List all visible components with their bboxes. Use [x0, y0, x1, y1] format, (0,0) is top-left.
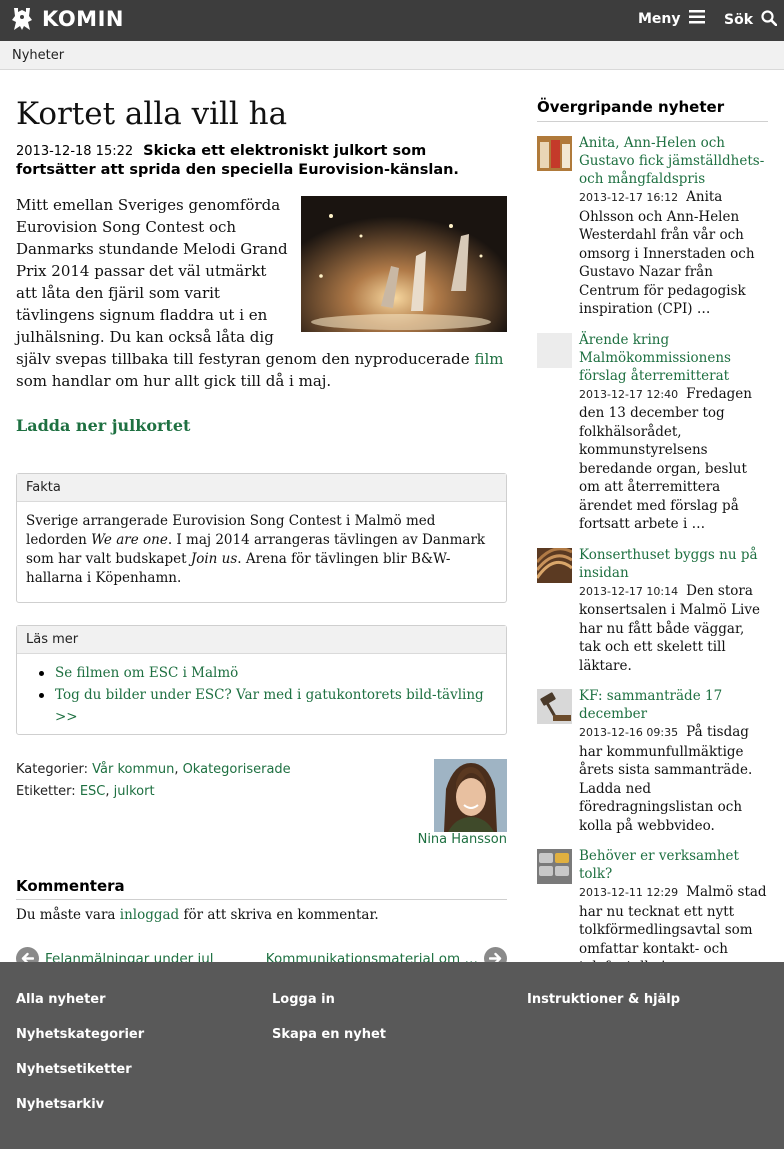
- griffin-logo-icon: [10, 6, 34, 32]
- category-link[interactable]: Vår kommun: [92, 762, 174, 777]
- article: Kortet alla vill ha 2013-12-18 15:22 Skic…: [16, 96, 507, 971]
- sidebar-news-link[interactable]: Behöver er verksamhet tolk?: [579, 847, 768, 883]
- news-date: 2013-12-11 12:29: [579, 886, 679, 899]
- category-link[interactable]: Okategoriserade: [183, 762, 291, 777]
- menu-button[interactable]: Meny: [638, 10, 705, 28]
- las-mer-heading: Läs mer: [17, 626, 506, 654]
- categories-label: Kategorier:: [16, 762, 89, 777]
- footer-link-skapa-nyhet[interactable]: Skapa en nyhet: [272, 1017, 386, 1052]
- article-lead: 2013-12-18 15:22 Skicka ett elektroniskt …: [16, 142, 507, 180]
- tags-label: Etiketter:: [16, 784, 76, 799]
- author-name[interactable]: Nina Hansson: [418, 832, 507, 847]
- article-image: [301, 196, 507, 332]
- news-excerpt: Anita Ohlsson och Ann-Helen Westerdahl f…: [579, 189, 755, 317]
- news-excerpt: Fredagen den 13 december tog folkhälsorå…: [579, 385, 752, 533]
- menu-label: Meny: [638, 11, 681, 27]
- hamburger-icon: [688, 10, 705, 28]
- download-card-link[interactable]: Ladda ner julkortet: [16, 416, 507, 435]
- fakta-box: Fakta Sverige arrangerade Eurovision Son…: [16, 473, 507, 603]
- logo-text: KOMIN: [42, 7, 124, 31]
- list-item: KF: sammanträde 17 december 2013-12-16 0…: [537, 687, 768, 835]
- sidebar-news-link[interactable]: Ärende kring Malmökommissionens förslag …: [579, 331, 768, 385]
- list-item: Ärende kring Malmökommissionens förslag …: [537, 331, 768, 534]
- news-date: 2013-12-17 10:14: [579, 584, 679, 598]
- author: Nina Hansson: [418, 759, 507, 847]
- list-item: Konserthuset byggs nu på insidan 2013-12…: [537, 546, 768, 676]
- footer-link-alla-nyheter[interactable]: Alla nyheter: [16, 982, 144, 1017]
- news-thumbnail[interactable]: [537, 849, 572, 884]
- sidebar-news-link[interactable]: Anita, Ann-Helen och Gustavo fick jämstä…: [579, 134, 768, 188]
- list-item: Behöver er verksamhet tolk? 2013-12-11 1…: [537, 847, 768, 977]
- sidebar: Övergripande nyheter Anita, Ann-Helen oc…: [537, 98, 768, 977]
- film-link[interactable]: film: [474, 350, 503, 368]
- footer-link-nyhetskategorier[interactable]: Nyhetskategorier: [16, 1017, 144, 1052]
- tag-link[interactable]: ESC: [80, 784, 106, 799]
- breadcrumb-item-nyheter[interactable]: Nyheter: [12, 48, 64, 63]
- footer-column-account: Logga in Skapa en nyhet: [272, 982, 386, 1052]
- logo[interactable]: KOMIN: [10, 6, 124, 32]
- article-meta: Kategorier: Vår kommun, Okategoriserade …: [16, 759, 507, 855]
- footer-link-instruktioner[interactable]: Instruktioner & hjälp: [527, 982, 680, 1017]
- breadcrumb: Nyheter: [0, 41, 784, 70]
- news-thumbnail[interactable]: [537, 689, 572, 724]
- author-photo[interactable]: [434, 759, 507, 832]
- comment-heading: Kommentera: [16, 877, 507, 900]
- list-item: Se filmen om ESC i Malmö: [39, 662, 497, 684]
- article-date: 2013-12-18 15:22: [16, 144, 134, 159]
- list-item: Anita, Ann-Helen och Gustavo fick jämstä…: [537, 134, 768, 319]
- news-date: 2013-12-17 16:12: [579, 191, 679, 204]
- news-thumbnail[interactable]: [537, 136, 572, 171]
- news-excerpt: På tisdag har kommunfullmäktige årets si…: [579, 724, 753, 834]
- tag-link[interactable]: julkort: [114, 784, 155, 799]
- top-bar: KOMIN Meny Sök: [0, 0, 784, 41]
- footer: Alla nyheter Nyhetskategorier Nyhetsetik…: [0, 962, 784, 1149]
- footer-column-help: Instruktioner & hjälp: [527, 982, 680, 1017]
- news-thumbnail[interactable]: [537, 332, 572, 368]
- las-mer-box: Läs mer Se filmen om ESC i Malmö Tog du …: [16, 625, 507, 735]
- sidebar-news-link[interactable]: Konserthuset byggs nu på insidan: [579, 546, 768, 582]
- sidebar-news-link[interactable]: KF: sammanträde 17 december: [579, 687, 768, 723]
- footer-column-news: Alla nyheter Nyhetskategorier Nyhetsetik…: [16, 982, 144, 1122]
- footer-link-nyhetsarkiv[interactable]: Nyhetsarkiv: [16, 1087, 144, 1122]
- las-mer-link-bildtavling[interactable]: Tog du bilder under ESC? Var med i gatuk…: [55, 687, 484, 725]
- fakta-text: Sverige arrangerade Eurovision Song Cont…: [26, 513, 486, 586]
- comment-text: Du måste vara inloggad för att skriva en…: [16, 907, 379, 923]
- footer-link-logga-in[interactable]: Logga in: [272, 982, 386, 1017]
- las-mer-list: Se filmen om ESC i Malmö Tog du bilder u…: [17, 654, 506, 734]
- article-body: Mitt emellan Sveriges genomförda Eurovis…: [16, 194, 507, 435]
- fakta-heading: Fakta: [17, 474, 506, 502]
- search-icon: [761, 10, 778, 30]
- search-label: Sök: [724, 12, 754, 28]
- news-thumbnail[interactable]: [537, 547, 572, 583]
- news-date: 2013-12-16 09:35: [579, 726, 679, 739]
- las-mer-link-film[interactable]: Se filmen om ESC i Malmö: [55, 665, 238, 681]
- search-button[interactable]: Sök: [724, 10, 778, 30]
- list-item: Tog du bilder under ESC? Var med i gatuk…: [39, 684, 497, 728]
- sidebar-title: Övergripande nyheter: [537, 98, 768, 122]
- footer-link-nyhetsetiketter[interactable]: Nyhetsetiketter: [16, 1052, 144, 1087]
- news-date: 2013-12-17 12:40: [579, 387, 679, 401]
- login-link[interactable]: inloggad: [120, 907, 179, 923]
- page-title: Kortet alla vill ha: [16, 96, 288, 132]
